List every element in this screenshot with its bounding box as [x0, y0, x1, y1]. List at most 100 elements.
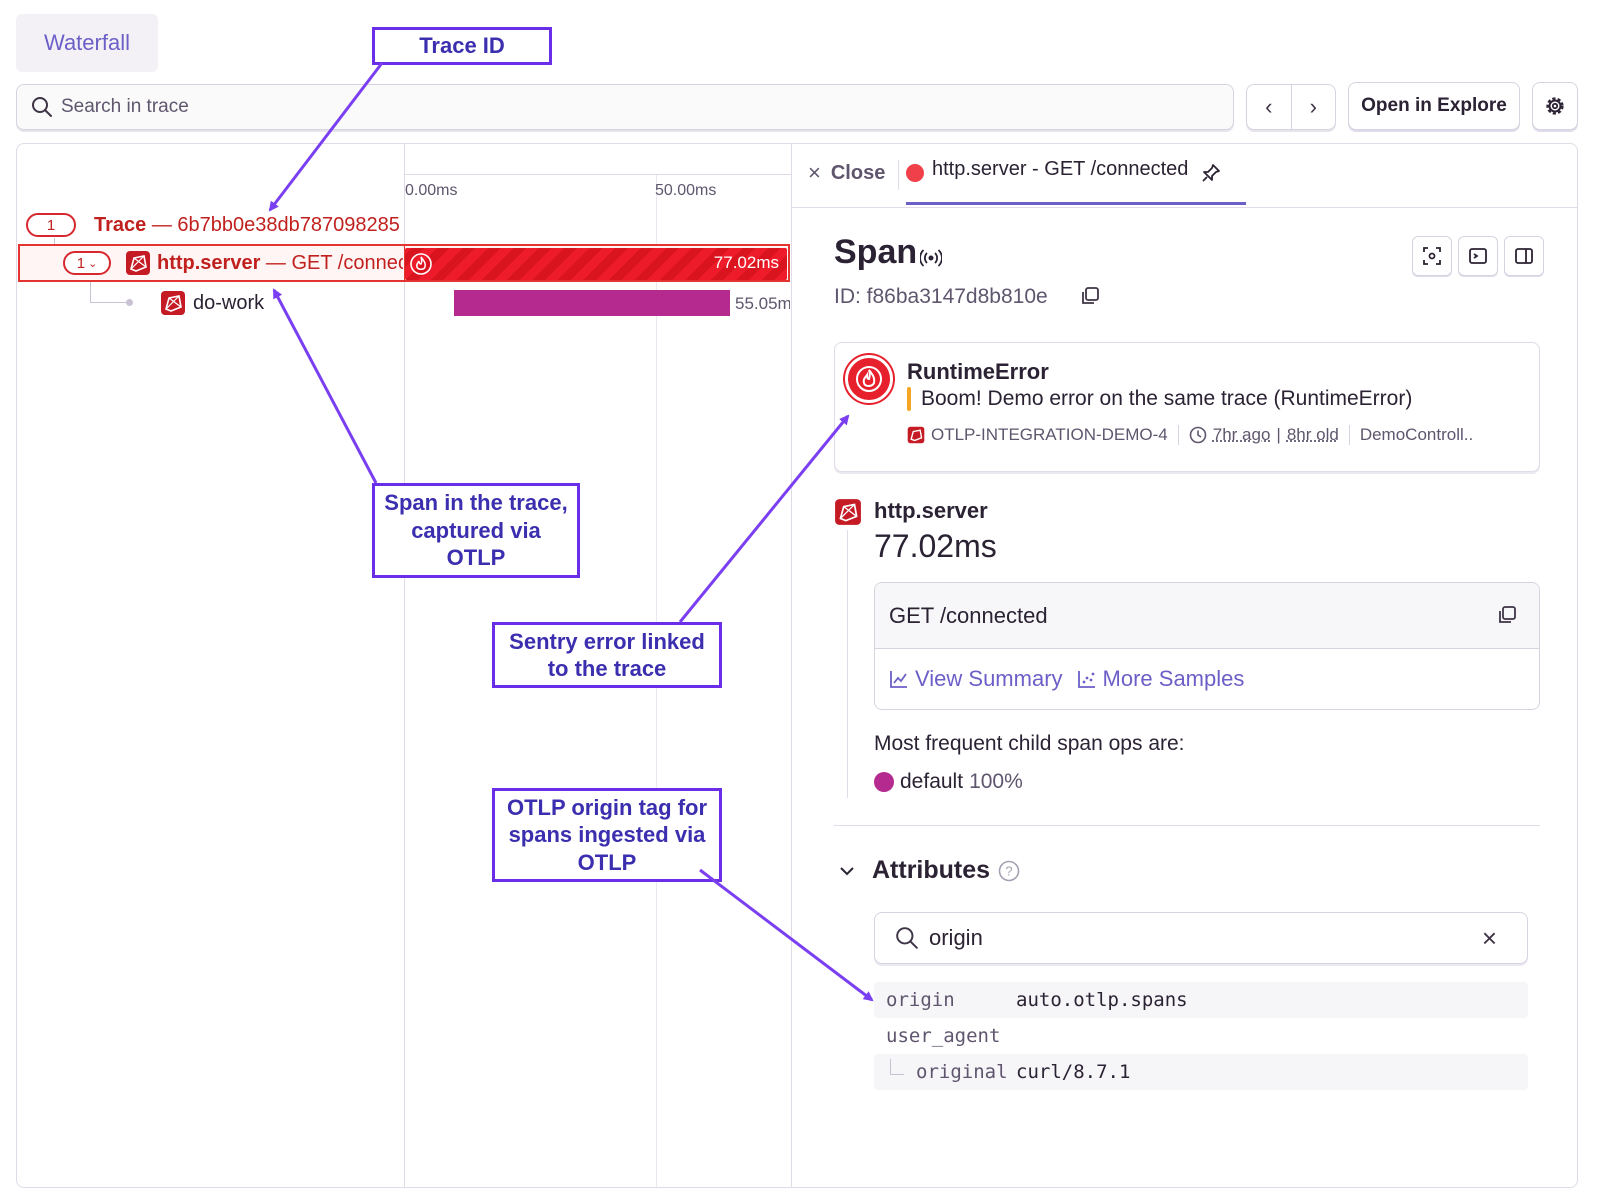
toggle-panel-button[interactable]: [1504, 236, 1544, 276]
tab-separator: [898, 160, 899, 190]
span-description: GET /connected: [889, 602, 1048, 628]
span-duration-label: 77.02ms: [713, 253, 779, 272]
attributes-header[interactable]: Attributes ?: [838, 856, 1020, 885]
close-icon[interactable]: ×: [1482, 923, 1497, 954]
copy-icon[interactable]: [1080, 286, 1100, 306]
span-desc: — GET /connec: [260, 252, 403, 274]
attribute-row: user_agent: [874, 1018, 1528, 1054]
view-summary-link[interactable]: View Summary: [889, 666, 1063, 692]
sidebar-icon: [1515, 248, 1533, 264]
tick-label: 50.00ms: [655, 182, 717, 199]
trace-count-pill[interactable]: 1: [26, 213, 76, 237]
tree-connector: [90, 282, 91, 303]
meta-separator: [1348, 425, 1350, 445]
ruby-icon: [126, 251, 150, 275]
ruby-icon: [907, 426, 925, 444]
tree-connector: [90, 302, 128, 303]
span-bar-http-server[interactable]: 77.02ms: [405, 248, 787, 280]
child-op-pct: 100%: [969, 770, 1023, 793]
svg-text:?: ?: [1005, 863, 1012, 878]
error-level-indicator: [907, 387, 911, 411]
terminal-icon: [1469, 248, 1487, 264]
span-op-label: http.server: [874, 498, 988, 523]
section-line: [847, 530, 848, 798]
trace-label: Trace — 6b7bb0e38db787098285: [94, 214, 400, 237]
section-divider: [834, 825, 1540, 826]
close-button[interactable]: × Close: [808, 160, 885, 186]
annotation-error-linked: Sentry error linked to the trace: [492, 622, 722, 688]
child-op-name: default: [900, 770, 964, 793]
error-culprit: DemoControll..: [1359, 425, 1474, 444]
trace-search-input[interactable]: Search in trace: [16, 84, 1234, 130]
tab-waterfall[interactable]: Waterfall: [16, 14, 158, 72]
help-icon[interactable]: ?: [998, 860, 1020, 882]
chevron-left-icon[interactable]: ‹: [1247, 85, 1291, 129]
ruby-icon: [835, 499, 861, 525]
attribute-row: original curl/8.7.1: [874, 1054, 1528, 1090]
trace-row[interactable]: 1 Trace — 6b7bb0e38db787098285: [26, 212, 400, 238]
error-age: 7hr ago: [1212, 425, 1271, 444]
error-project[interactable]: OTLP-INTEGRATION-DEMO-4: [931, 425, 1168, 445]
annotation-otlp-tag: OTLP origin tag for spans ingested via O…: [492, 788, 722, 882]
pin-icon[interactable]: [1200, 162, 1222, 184]
child-op-item: default 100%: [874, 770, 1023, 794]
scatter-icon: [1077, 671, 1095, 688]
span-description-card: GET /connected View Summary More Samples: [874, 582, 1540, 710]
trace-label-bold: Trace: [94, 213, 147, 236]
chevron-down-icon: [840, 866, 854, 875]
active-tab-indicator: [906, 202, 1246, 205]
attribute-key: original: [916, 1061, 1008, 1083]
chart-icon: [890, 671, 907, 688]
focus-icon: [1423, 247, 1441, 265]
annotation-span-in-trace: Span in the trace, captured via OTLP: [372, 483, 580, 578]
view-summary-label: View Summary: [915, 666, 1063, 691]
detail-divider[interactable]: [791, 144, 792, 1187]
linked-error-card[interactable]: RuntimeError Boom! Demo error on the sam…: [834, 342, 1540, 472]
chevron-down-icon: ⌄: [88, 257, 98, 270]
clock-icon: [1189, 426, 1207, 444]
error-title[interactable]: RuntimeError: [907, 359, 1049, 385]
search-icon: [896, 927, 918, 949]
signal-icon: [920, 249, 942, 267]
span-links: View Summary More Samples: [875, 649, 1539, 709]
attribute-value[interactable]: auto.otlp.spans: [1016, 989, 1188, 1011]
attribute-row: origin auto.otlp.spans: [874, 982, 1528, 1018]
close-icon: ×: [808, 160, 821, 185]
fire-icon: [410, 253, 432, 275]
attributes-title: Attributes: [872, 856, 991, 884]
tree-node-dot: [126, 299, 133, 306]
attribute-search-input[interactable]: origin ×: [874, 912, 1528, 964]
error-message: Boom! Demo error on the same trace (Runt…: [921, 387, 1413, 410]
span-bar-do-work[interactable]: [454, 290, 730, 316]
child-duration-label: 55.05m: [735, 294, 790, 313]
span-children-count: 1: [76, 254, 86, 272]
span-op: http.server: [157, 252, 261, 274]
error-meta: OTLP-INTEGRATION-DEMO-4 7hr ago | 8hr ol…: [907, 425, 1473, 445]
focus-button[interactable]: [1412, 236, 1452, 276]
trace-nav-group: ‹ ›: [1246, 84, 1336, 130]
span-id: ID: f86ba3147d8b810e: [834, 285, 1048, 308]
span-description-header: GET /connected: [875, 583, 1539, 649]
chevron-right-icon[interactable]: ›: [1290, 85, 1336, 129]
copy-icon[interactable]: [1497, 605, 1517, 625]
open-in-explore-button[interactable]: Open in Explore: [1348, 82, 1520, 130]
attribute-value[interactable]: curl/8.7.1: [1016, 1061, 1130, 1083]
tree-connector: [890, 1059, 904, 1075]
open-profile-button[interactable]: [1458, 236, 1498, 276]
span-children-toggle[interactable]: 1 ⌄: [63, 251, 111, 275]
error-icon: [845, 355, 893, 403]
more-samples-link[interactable]: More Samples: [1077, 666, 1245, 692]
child-span-name[interactable]: do-work: [193, 292, 264, 315]
span-duration: 77.02ms: [874, 528, 997, 564]
tab-span-detail[interactable]: http.server - GET /connected: [906, 158, 1246, 206]
tree-timeline-divider[interactable]: [404, 144, 405, 1187]
error-dot: [906, 164, 924, 182]
legend-dot: [874, 772, 894, 792]
trace-id: — 6b7bb0e38db787098285: [146, 213, 400, 236]
tab-label: http.server - GET /connected: [932, 158, 1189, 180]
settings-button[interactable]: [1532, 82, 1578, 130]
attribute-search-value: origin: [929, 925, 983, 950]
annotation-trace-id: Trace ID: [372, 27, 552, 65]
more-samples-label: More Samples: [1102, 666, 1245, 691]
attribute-key: origin: [886, 989, 955, 1011]
